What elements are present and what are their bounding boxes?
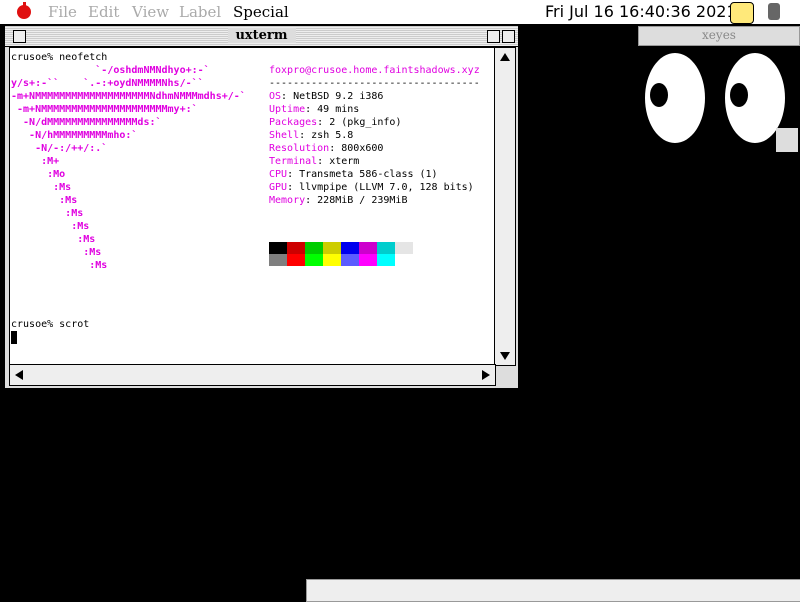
color-swatch [395,242,413,254]
info-row: Uptime: 49 mins [269,103,474,116]
color-swatch [287,242,305,254]
color-swatch [341,254,359,266]
menu-special[interactable]: Special [233,3,289,21]
color-swatch [377,242,395,254]
info-label: OS [269,91,282,102]
info-row: Terminal: xterm [269,155,474,168]
info-value: : 49 mins [305,104,360,115]
info-value: : xterm [317,156,360,167]
logo-line: :Ms [11,208,84,219]
info-label: Uptime [269,104,306,115]
netbsd-logo: `-/oshdmNMNdhyo+:-` y/s+:-`` `.-:+oydNMMM… [11,64,246,272]
color-swatch [287,254,305,266]
menu-label[interactable]: Label [179,3,221,21]
scroll-down-icon[interactable] [500,352,510,360]
logo-line: :Ms [11,221,90,232]
xeyes-title: xeyes [702,28,736,42]
info-label: Memory [269,195,306,206]
info-label: Packages [269,117,318,128]
logo-line: :Ms [11,234,96,245]
info-label: Resolution [269,143,330,154]
info-row: Resolution: 800x600 [269,142,474,155]
info-value: : 2 (pkg_info) [317,117,402,128]
info-value: : zsh 5.8 [299,130,354,141]
info-value: : NetBSD 9.2 i386 [281,91,384,102]
info-label: CPU [269,169,288,180]
info-value: : llvmpipe (LLVM 7.0, 128 bits) [287,182,474,193]
terminal-userhost: foxpro@crusoe.home.faintshadows.xyz [269,65,480,76]
color-swatch [395,254,413,266]
info-label: Terminal [269,156,318,167]
menu-edit[interactable]: Edit [88,3,119,21]
logo-line: -N/-:/++/:.` [11,143,108,154]
window-title: uxterm [227,28,296,43]
horizontal-scrollbar[interactable] [9,364,496,386]
info-value: : Transmeta 586-class (1) [287,169,438,180]
left-pupil [650,83,668,107]
info-row: Memory: 228MiB / 239MiB [269,194,474,207]
system-info: OS: NetBSD 9.2 i386 Uptime: 49 mins Packag… [269,90,474,207]
clock: Fri Jul 16 16:40:36 2021 [540,2,730,22]
scroll-right-icon[interactable] [482,370,490,380]
info-value: : 228MiB / 239MiB [305,195,408,206]
logo-line: -N/hMMMMMMMMMmho:` [11,130,138,141]
terminal-content[interactable]: crusoe% neofetch `-/oshdmNMNdhyo+:-` y/s+… [9,47,496,366]
zoom-box-icon[interactable] [487,30,500,43]
terminal-separator: ----------------------------------- [269,78,480,89]
logo-line: -m+NMMMMMMMMMMMMMMMMMMMNdhmNMMMmdhs+/-` [11,91,246,102]
logo-line: :Ms [11,195,78,206]
logo-line: -m+NMMMMMMMMMMMMMMMMMMMMMmy+:` [11,104,198,115]
info-value: : 800x600 [329,143,384,154]
color-swatch [377,254,395,266]
uxterm-window: uxterm crusoe% neofetch `-/oshdmNMNdhyo+… [4,25,519,389]
logo-line: -N/dMMMMMMMMMMMMMMMds:` [11,117,162,128]
info-row: GPU: llvmpipe (LLVM 7.0, 128 bits) [269,181,474,194]
logo-line: :Ms [11,247,102,258]
menubar: File Edit View Label Special Fri Jul 16 … [0,0,800,25]
collapse-box-icon[interactable] [502,30,515,43]
color-swatch [341,242,359,254]
info-label: GPU [269,182,288,193]
info-row: Shell: zsh 5.8 [269,129,474,142]
xeyes-titlebar[interactable]: xeyes [638,26,800,46]
color-swatch [305,254,323,266]
scroll-left-icon[interactable] [15,370,23,380]
info-row: CPU: Transmeta 586-class (1) [269,168,474,181]
color-swatch [323,254,341,266]
vertical-scrollbar[interactable] [494,47,516,366]
color-swatch [359,254,377,266]
color-swatch [305,242,323,254]
logo-line: :Mo [11,169,66,180]
logo-line: :Ms [11,260,108,271]
menu-view[interactable]: View [132,3,169,21]
notes-icon[interactable] [730,2,754,24]
window-titlebar[interactable]: uxterm [5,26,518,47]
logo-line: `-/oshdmNMNdhyo+:-` [11,65,210,76]
resize-grip-icon[interactable] [496,366,516,386]
logo-line: :Ms [11,182,72,193]
scroll-up-icon[interactable] [500,53,510,61]
color-swatch [269,254,287,266]
xeyes-resize-grip[interactable] [776,128,798,152]
menu-file[interactable]: File [48,3,77,21]
right-pupil [730,83,748,107]
left-eye-icon [642,50,708,146]
logo-line: :M+ [11,156,60,167]
text-cursor [11,331,17,344]
color-swatch [323,242,341,254]
terminal-command: crusoe% scrot [11,319,90,330]
device-icon[interactable] [768,3,780,20]
info-row: Packages: 2 (pkg_info) [269,116,474,129]
bottom-panel[interactable] [306,579,800,602]
color-swatch [269,242,287,254]
info-label: Shell [269,130,300,141]
close-box-icon[interactable] [13,30,26,43]
terminal-command: crusoe% neofetch [11,52,108,63]
logo-line: y/s+:-`` `.-:+oydNMMMMNhs/-`` [11,78,204,89]
apple-menu-icon[interactable] [17,2,31,19]
info-row: OS: NetBSD 9.2 i386 [269,90,474,103]
color-swatch [359,242,377,254]
